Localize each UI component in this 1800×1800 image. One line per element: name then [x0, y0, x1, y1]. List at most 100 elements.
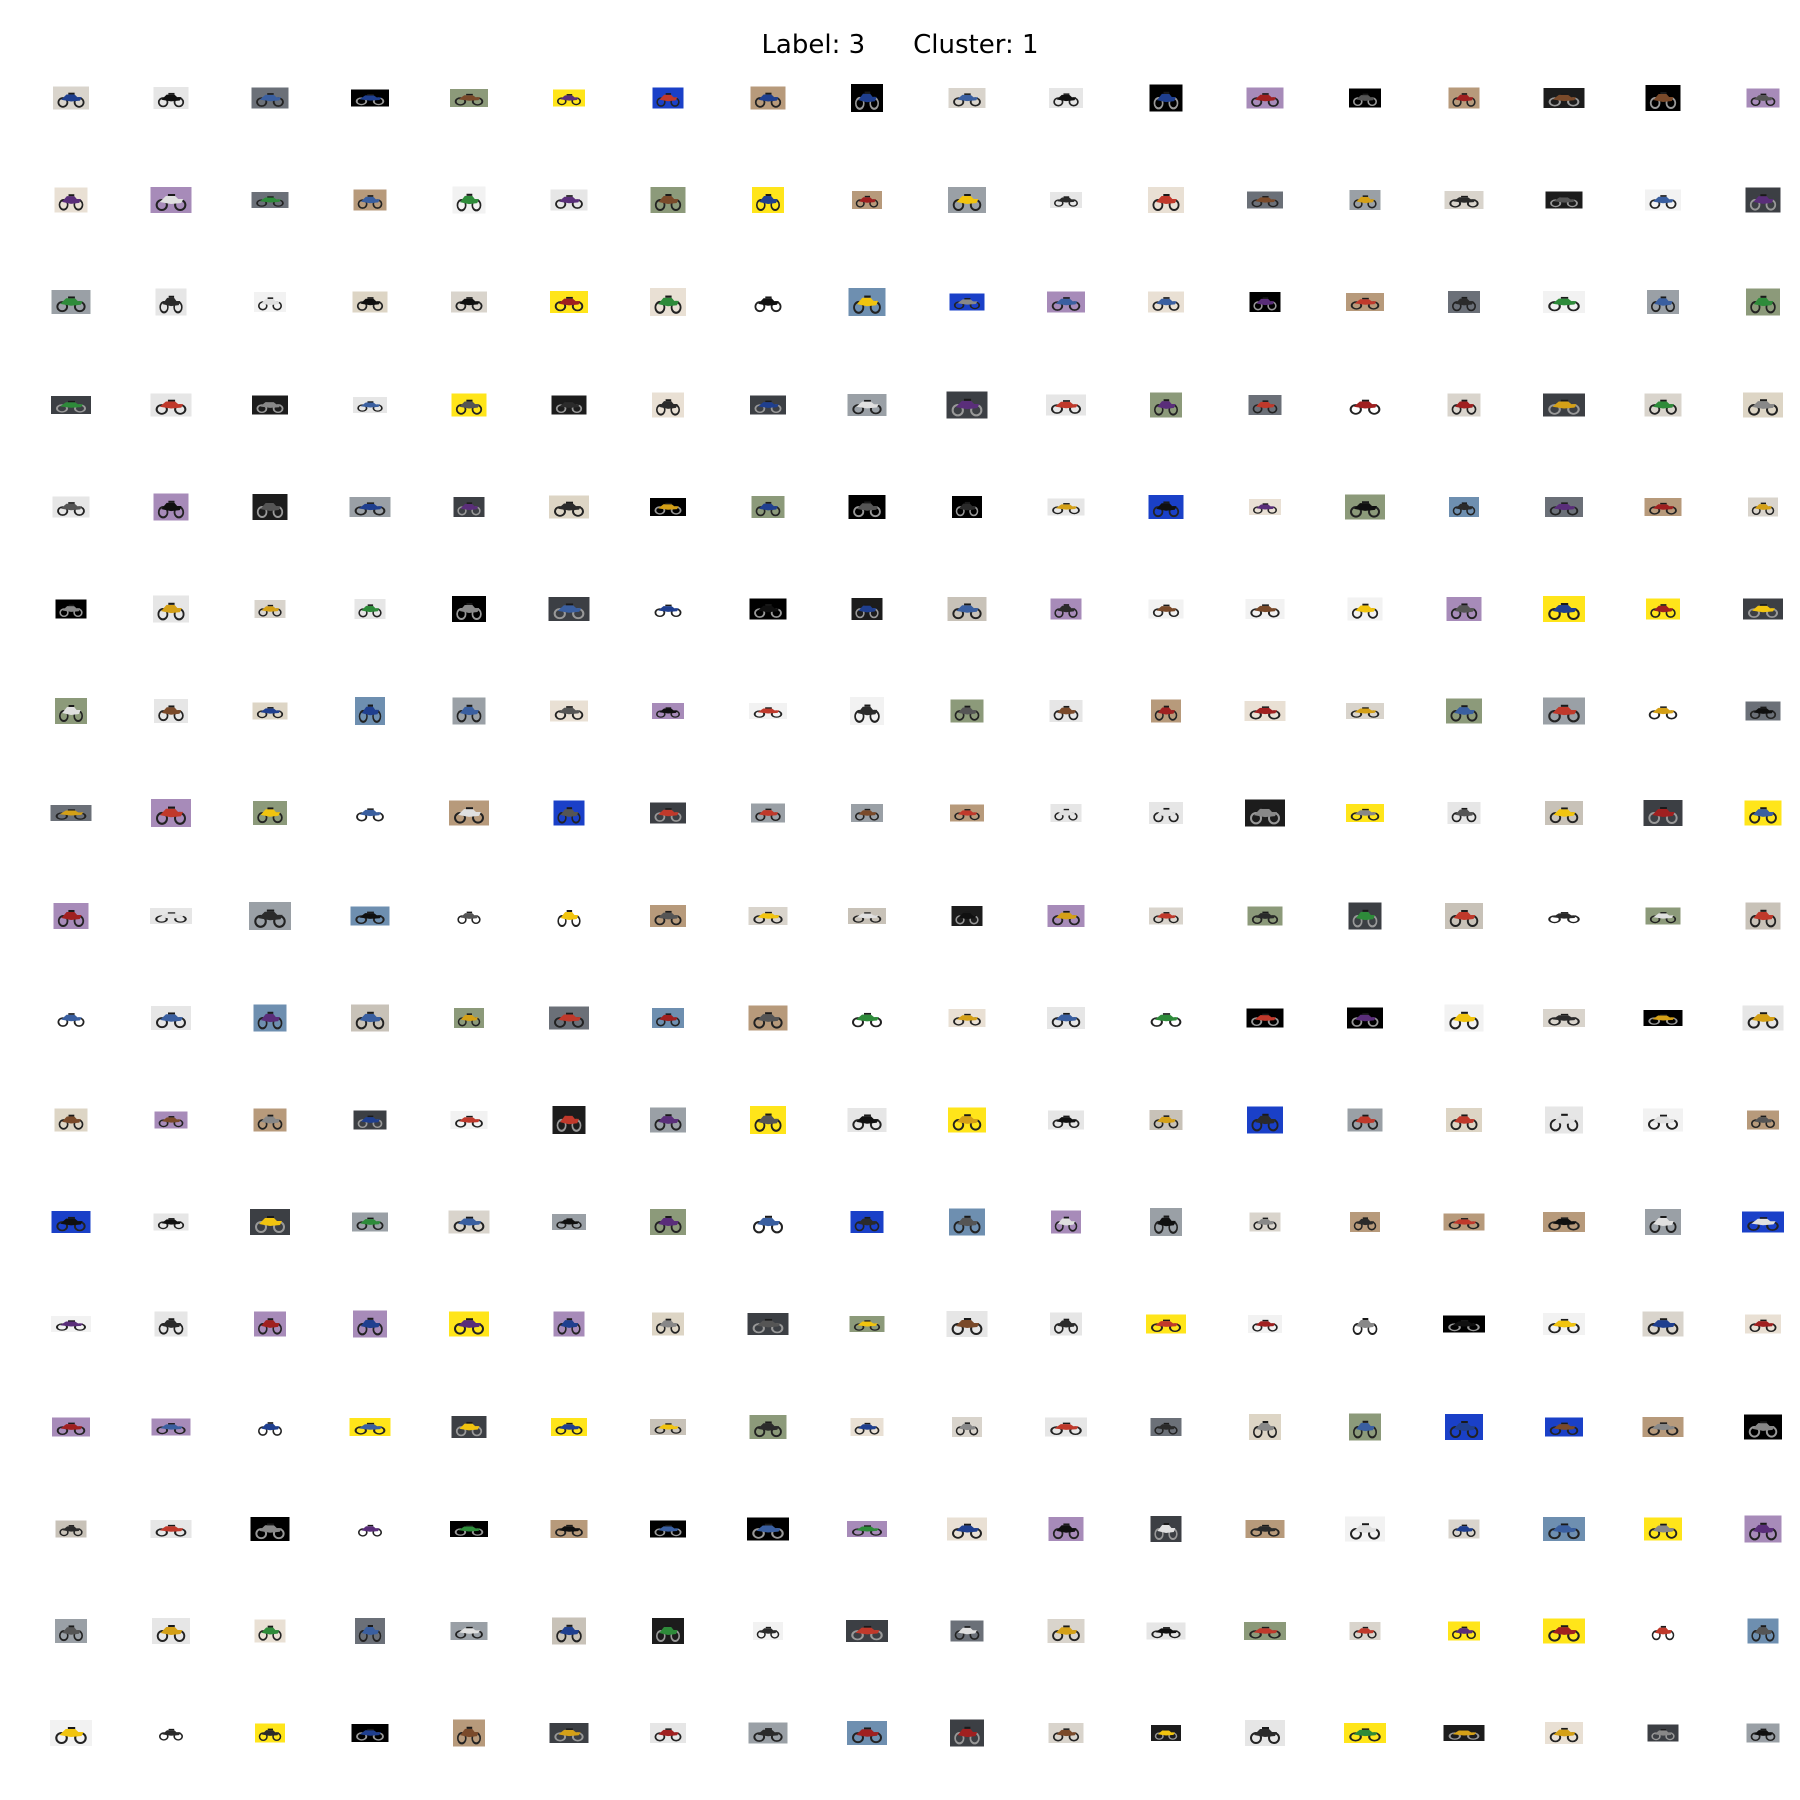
- bike-seat-shape: [267, 1625, 274, 1628]
- motorcycle-photo: [947, 1107, 986, 1133]
- motorcycle-thumbnail: [1346, 1007, 1383, 1029]
- motorcycle-photo: [1643, 800, 1683, 827]
- motorcycle-thumbnail: [1542, 1516, 1585, 1541]
- thumbnail-cell: [419, 866, 519, 966]
- bike-seat-shape: [267, 1216, 274, 1219]
- thumbnail-cell: [1514, 763, 1614, 863]
- motorcycle-thumbnail: [450, 1520, 488, 1537]
- thumbnail-cell: [1016, 968, 1116, 1068]
- motorcycle-thumbnail: [254, 600, 286, 618]
- thumbnail-cell: [1016, 48, 1116, 148]
- motorcycle-photo: [1047, 904, 1085, 927]
- motorcycle-thumbnail: [1345, 293, 1384, 312]
- motorcycle-thumbnail: [1149, 1208, 1182, 1237]
- bike-seat-shape: [565, 195, 573, 197]
- thumbnail-cell: [419, 661, 519, 761]
- motorcycle-photo: [1150, 1725, 1181, 1742]
- motorcycle-thumbnail: [1743, 1414, 1782, 1440]
- motorcycle-thumbnail: [851, 84, 883, 112]
- bike-seat-shape: [565, 1422, 573, 1424]
- motorcycle-thumbnail: [1348, 1311, 1381, 1338]
- thumbnail-cell: [21, 1683, 121, 1783]
- bike-seat-shape: [267, 604, 274, 607]
- motorcycle-photo: [1048, 1723, 1084, 1744]
- motorcycle-thumbnail: [949, 293, 984, 311]
- motorcycle-thumbnail: [950, 1620, 983, 1642]
- bike-seat-shape: [864, 1422, 871, 1424]
- motorcycle-thumbnail: [155, 288, 186, 316]
- thumbnail-cell: [1016, 355, 1116, 455]
- motorcycle-photo: [1049, 700, 1083, 723]
- motorcycle-thumbnail: [1542, 291, 1585, 314]
- bike-seat-shape: [665, 1524, 672, 1527]
- thumbnail-cell: [519, 252, 619, 352]
- motorcycle-thumbnail: [951, 1416, 982, 1437]
- motorcycle-photo: [1349, 190, 1380, 211]
- motorcycle-thumbnail: [1247, 191, 1283, 209]
- bike-seat-shape: [1560, 1113, 1568, 1116]
- motorcycle-photo: [1349, 1622, 1380, 1640]
- bike-seat-shape: [1062, 1422, 1071, 1424]
- motorcycle-thumbnail: [947, 187, 986, 214]
- motorcycle-thumbnail: [552, 1106, 585, 1134]
- motorcycle-photo: [449, 1311, 489, 1337]
- motorcycle-photo: [548, 597, 589, 621]
- bike-seat-shape: [167, 1218, 174, 1220]
- motorcycle-photo: [746, 1517, 789, 1541]
- motorcycle-photo: [1050, 598, 1082, 620]
- motorcycle-photo: [449, 800, 489, 826]
- bike-seat-shape: [1262, 399, 1269, 402]
- motorcycle-photo: [354, 599, 385, 619]
- motorcycle-thumbnail: [1049, 700, 1083, 723]
- motorcycle-photo: [650, 288, 686, 317]
- motorcycle-thumbnail: [51, 1211, 91, 1234]
- motorcycle-photo: [850, 1211, 884, 1234]
- motorcycle-thumbnail: [1349, 190, 1380, 211]
- motorcycle-thumbnail: [352, 1310, 387, 1338]
- motorcycle-photo: [1150, 1417, 1181, 1436]
- thumbnail-cell: [1414, 866, 1514, 966]
- motorcycle-photo: [652, 87, 684, 109]
- bike-seat-shape: [1759, 1522, 1767, 1525]
- bike-seat-shape: [466, 1318, 473, 1321]
- motorcycle-photo: [849, 1316, 885, 1333]
- motorcycle-photo: [1047, 1006, 1085, 1029]
- motorcycle-thumbnail: [947, 597, 986, 621]
- thumbnail-cell: [1016, 1683, 1116, 1783]
- motorcycle-photo: [1745, 701, 1780, 721]
- bike-seat-shape: [1261, 706, 1270, 709]
- thumbnail-cell: [1713, 1581, 1800, 1681]
- motorcycle-photo: [252, 493, 288, 520]
- motorcycle-thumbnail: [1542, 1212, 1585, 1233]
- bike-seat-shape: [963, 1215, 971, 1219]
- bike-seat-shape: [1461, 705, 1468, 708]
- motorcycle-thumbnail: [751, 495, 784, 518]
- thumbnail-cell: [1315, 1479, 1415, 1579]
- bike-seat-shape: [764, 1523, 772, 1526]
- thumbnail-cell: [1215, 457, 1315, 557]
- motorcycle-photo: [650, 187, 686, 214]
- motorcycle-thumbnail: [1542, 907, 1585, 925]
- bike-seat-shape: [665, 707, 672, 709]
- motorcycle-thumbnail: [1741, 1211, 1784, 1233]
- motorcycle-photo: [852, 191, 882, 210]
- thumbnail-cell: [817, 355, 917, 455]
- motorcycle-photo: [750, 86, 785, 110]
- motorcycle-photo: [950, 1620, 983, 1642]
- motorcycle-photo: [851, 598, 883, 620]
- thumbnail-cell: [1613, 968, 1713, 1068]
- motorcycle-photo: [251, 87, 289, 109]
- motorcycle-thumbnail: [1249, 292, 1281, 313]
- motorcycle-thumbnail: [453, 1719, 485, 1747]
- motorcycle-photo: [352, 291, 387, 313]
- motorcycle-thumbnail: [353, 1519, 386, 1538]
- motorcycle-photo: [1051, 1210, 1081, 1234]
- motorcycle-thumbnail: [747, 1313, 788, 1336]
- thumbnail-cell: [1514, 1479, 1614, 1579]
- motorcycle-thumbnail: [1647, 1724, 1679, 1742]
- thumbnail-cell: [618, 457, 718, 557]
- motorcycle-photo: [1645, 1209, 1681, 1236]
- thumbnail-cell: [1315, 661, 1415, 761]
- motorcycle-thumbnail: [1446, 698, 1482, 724]
- bike-seat-shape: [764, 707, 772, 709]
